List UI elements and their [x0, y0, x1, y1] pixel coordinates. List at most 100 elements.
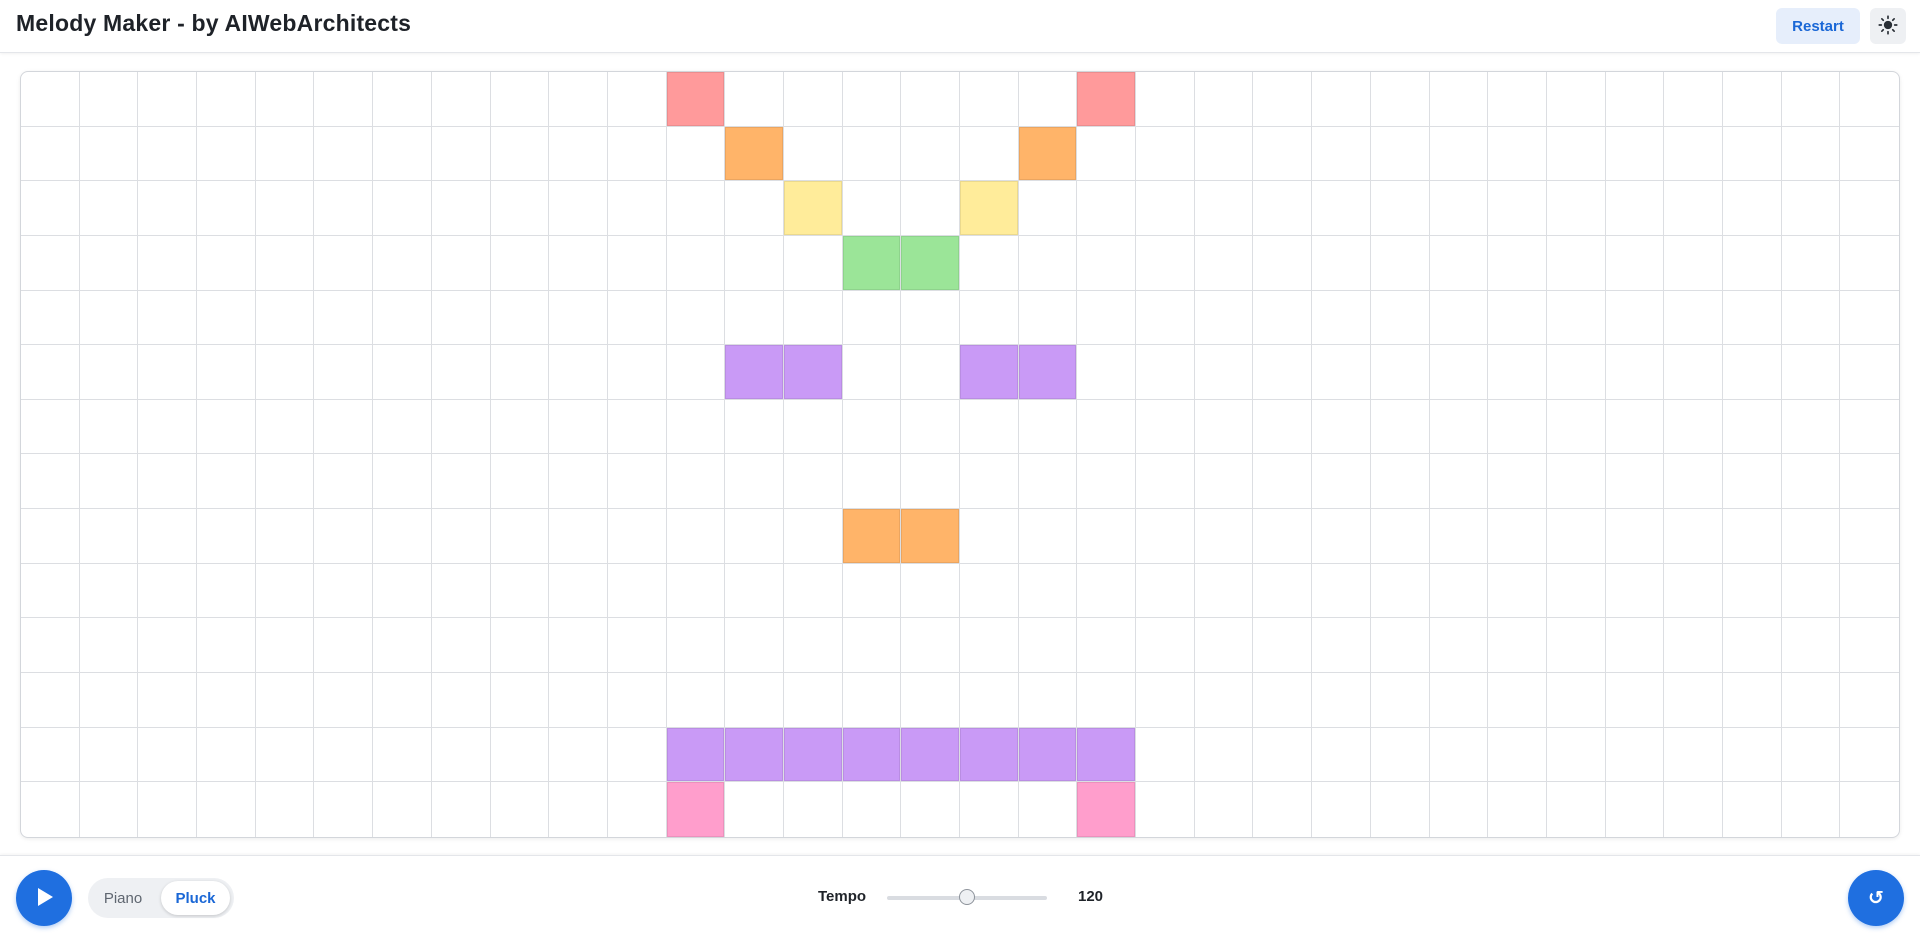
grid-cell[interactable] — [1429, 399, 1489, 455]
grid-cell[interactable] — [549, 618, 608, 674]
grid-cell[interactable] — [842, 72, 902, 127]
grid-cell[interactable] — [1136, 454, 1195, 510]
grid-cell[interactable] — [373, 673, 432, 728]
grid-cell[interactable] — [666, 399, 726, 455]
grid-cell[interactable] — [607, 181, 667, 236]
tempo-slider[interactable] — [887, 889, 1047, 905]
grid-cell[interactable] — [1840, 72, 1899, 127]
grid-cell[interactable] — [1194, 618, 1254, 674]
grid-cell[interactable] — [1781, 126, 1841, 182]
grid-cell[interactable] — [314, 782, 374, 837]
grid-cell[interactable] — [1781, 181, 1841, 236]
grid-cell[interactable] — [666, 181, 726, 236]
grid-cell[interactable] — [1840, 509, 1899, 564]
grid-cell[interactable] — [1546, 72, 1606, 127]
grid-cell[interactable] — [1429, 181, 1489, 236]
grid-cell[interactable] — [725, 563, 784, 619]
grid-cell[interactable] — [1488, 126, 1547, 182]
grid-cell[interactable] — [1136, 563, 1195, 619]
play-button[interactable] — [16, 870, 72, 926]
grid-cell[interactable] — [1253, 454, 1313, 510]
grid-cell[interactable] — [314, 345, 374, 400]
grid-cell[interactable] — [79, 563, 139, 619]
grid-cell[interactable] — [1546, 618, 1606, 674]
grid-cell[interactable] — [1722, 454, 1782, 510]
grid-cell[interactable] — [1605, 727, 1665, 783]
grid-cell[interactable] — [960, 509, 1019, 564]
grid-cell[interactable] — [1194, 727, 1254, 783]
grid-cell[interactable] — [1664, 673, 1723, 728]
grid-cell[interactable] — [783, 563, 843, 619]
grid-cell[interactable] — [1312, 618, 1371, 674]
grid-cell[interactable] — [1429, 509, 1489, 564]
grid-cell[interactable] — [1370, 181, 1430, 236]
restart-button[interactable]: Restart — [1776, 8, 1860, 44]
grid-cell[interactable] — [197, 454, 256, 510]
grid-cell[interactable] — [1429, 290, 1489, 346]
grid-cell[interactable] — [79, 727, 139, 783]
grid-cell[interactable] — [607, 290, 667, 346]
grid-cell[interactable] — [1077, 454, 1137, 510]
grid-cell[interactable] — [1429, 454, 1489, 510]
grid-cell[interactable] — [1312, 235, 1371, 291]
grid-cell[interactable] — [21, 509, 80, 564]
grid-cell[interactable] — [1194, 509, 1254, 564]
grid-cell[interactable] — [1371, 782, 1430, 837]
grid-cell[interactable] — [725, 235, 784, 291]
grid-cell[interactable] — [255, 399, 315, 455]
grid-cell[interactable] — [197, 509, 256, 564]
grid-cell[interactable] — [1722, 563, 1782, 619]
grid-cell[interactable] — [1781, 618, 1841, 674]
grid-cell[interactable] — [1781, 727, 1841, 783]
grid-cell[interactable] — [255, 290, 315, 346]
grid-cell[interactable] — [666, 345, 726, 400]
grid-cell[interactable] — [490, 126, 550, 182]
grid-cell[interactable] — [1488, 618, 1547, 674]
grid-cell[interactable] — [1840, 345, 1899, 400]
grid-cell[interactable] — [314, 563, 374, 619]
grid-cell[interactable] — [314, 290, 374, 346]
grid-cell[interactable] — [1605, 126, 1665, 182]
grid-cell[interactable] — [1194, 290, 1254, 346]
grid-cell[interactable] — [255, 235, 315, 291]
grid-cell[interactable] — [431, 618, 491, 674]
grid-cell[interactable] — [1722, 235, 1782, 291]
grid-cell[interactable] — [1722, 727, 1782, 783]
grid-cell[interactable] — [255, 509, 315, 564]
grid-cell[interactable] — [431, 126, 491, 182]
grid-cell[interactable] — [255, 618, 315, 674]
grid-cell[interactable] — [21, 727, 80, 783]
grid-cell[interactable] — [21, 618, 80, 674]
grid-cell[interactable] — [1781, 673, 1841, 728]
grid-cell[interactable] — [901, 673, 960, 728]
grid-cell[interactable] — [1430, 782, 1489, 837]
grid-cell[interactable] — [608, 782, 667, 837]
grid-cell[interactable] — [1664, 126, 1723, 182]
grid-cell[interactable] — [1488, 673, 1547, 728]
grid-cell[interactable] — [1488, 727, 1547, 783]
grid-cell[interactable] — [373, 345, 432, 400]
grid-cell[interactable] — [1605, 399, 1665, 455]
grid-cell[interactable] — [1253, 618, 1313, 674]
grid-cell[interactable] — [21, 454, 80, 510]
grid-cell[interactable] — [1488, 454, 1547, 510]
grid-cell[interactable] — [373, 235, 432, 291]
grid-cell[interactable] — [373, 618, 432, 674]
grid-cell[interactable] — [431, 345, 491, 400]
grid-cell[interactable] — [1723, 782, 1782, 837]
grid-cell[interactable] — [901, 782, 960, 837]
grid-cell[interactable] — [725, 782, 784, 837]
grid-cell[interactable] — [1840, 454, 1899, 510]
grid-cell[interactable] — [607, 399, 667, 455]
grid-cell-active[interactable] — [666, 72, 726, 127]
grid-cell[interactable] — [1429, 235, 1489, 291]
grid-cell[interactable] — [1018, 509, 1078, 564]
grid-cell[interactable] — [138, 126, 198, 182]
grid-cell[interactable] — [1605, 563, 1665, 619]
grid-cell[interactable] — [783, 72, 843, 127]
grid-cell[interactable] — [725, 72, 784, 127]
grid-cell[interactable] — [1194, 454, 1254, 510]
grid-cell[interactable] — [79, 72, 139, 127]
grid-cell[interactable] — [1077, 618, 1137, 674]
grid-cell[interactable] — [901, 72, 960, 127]
